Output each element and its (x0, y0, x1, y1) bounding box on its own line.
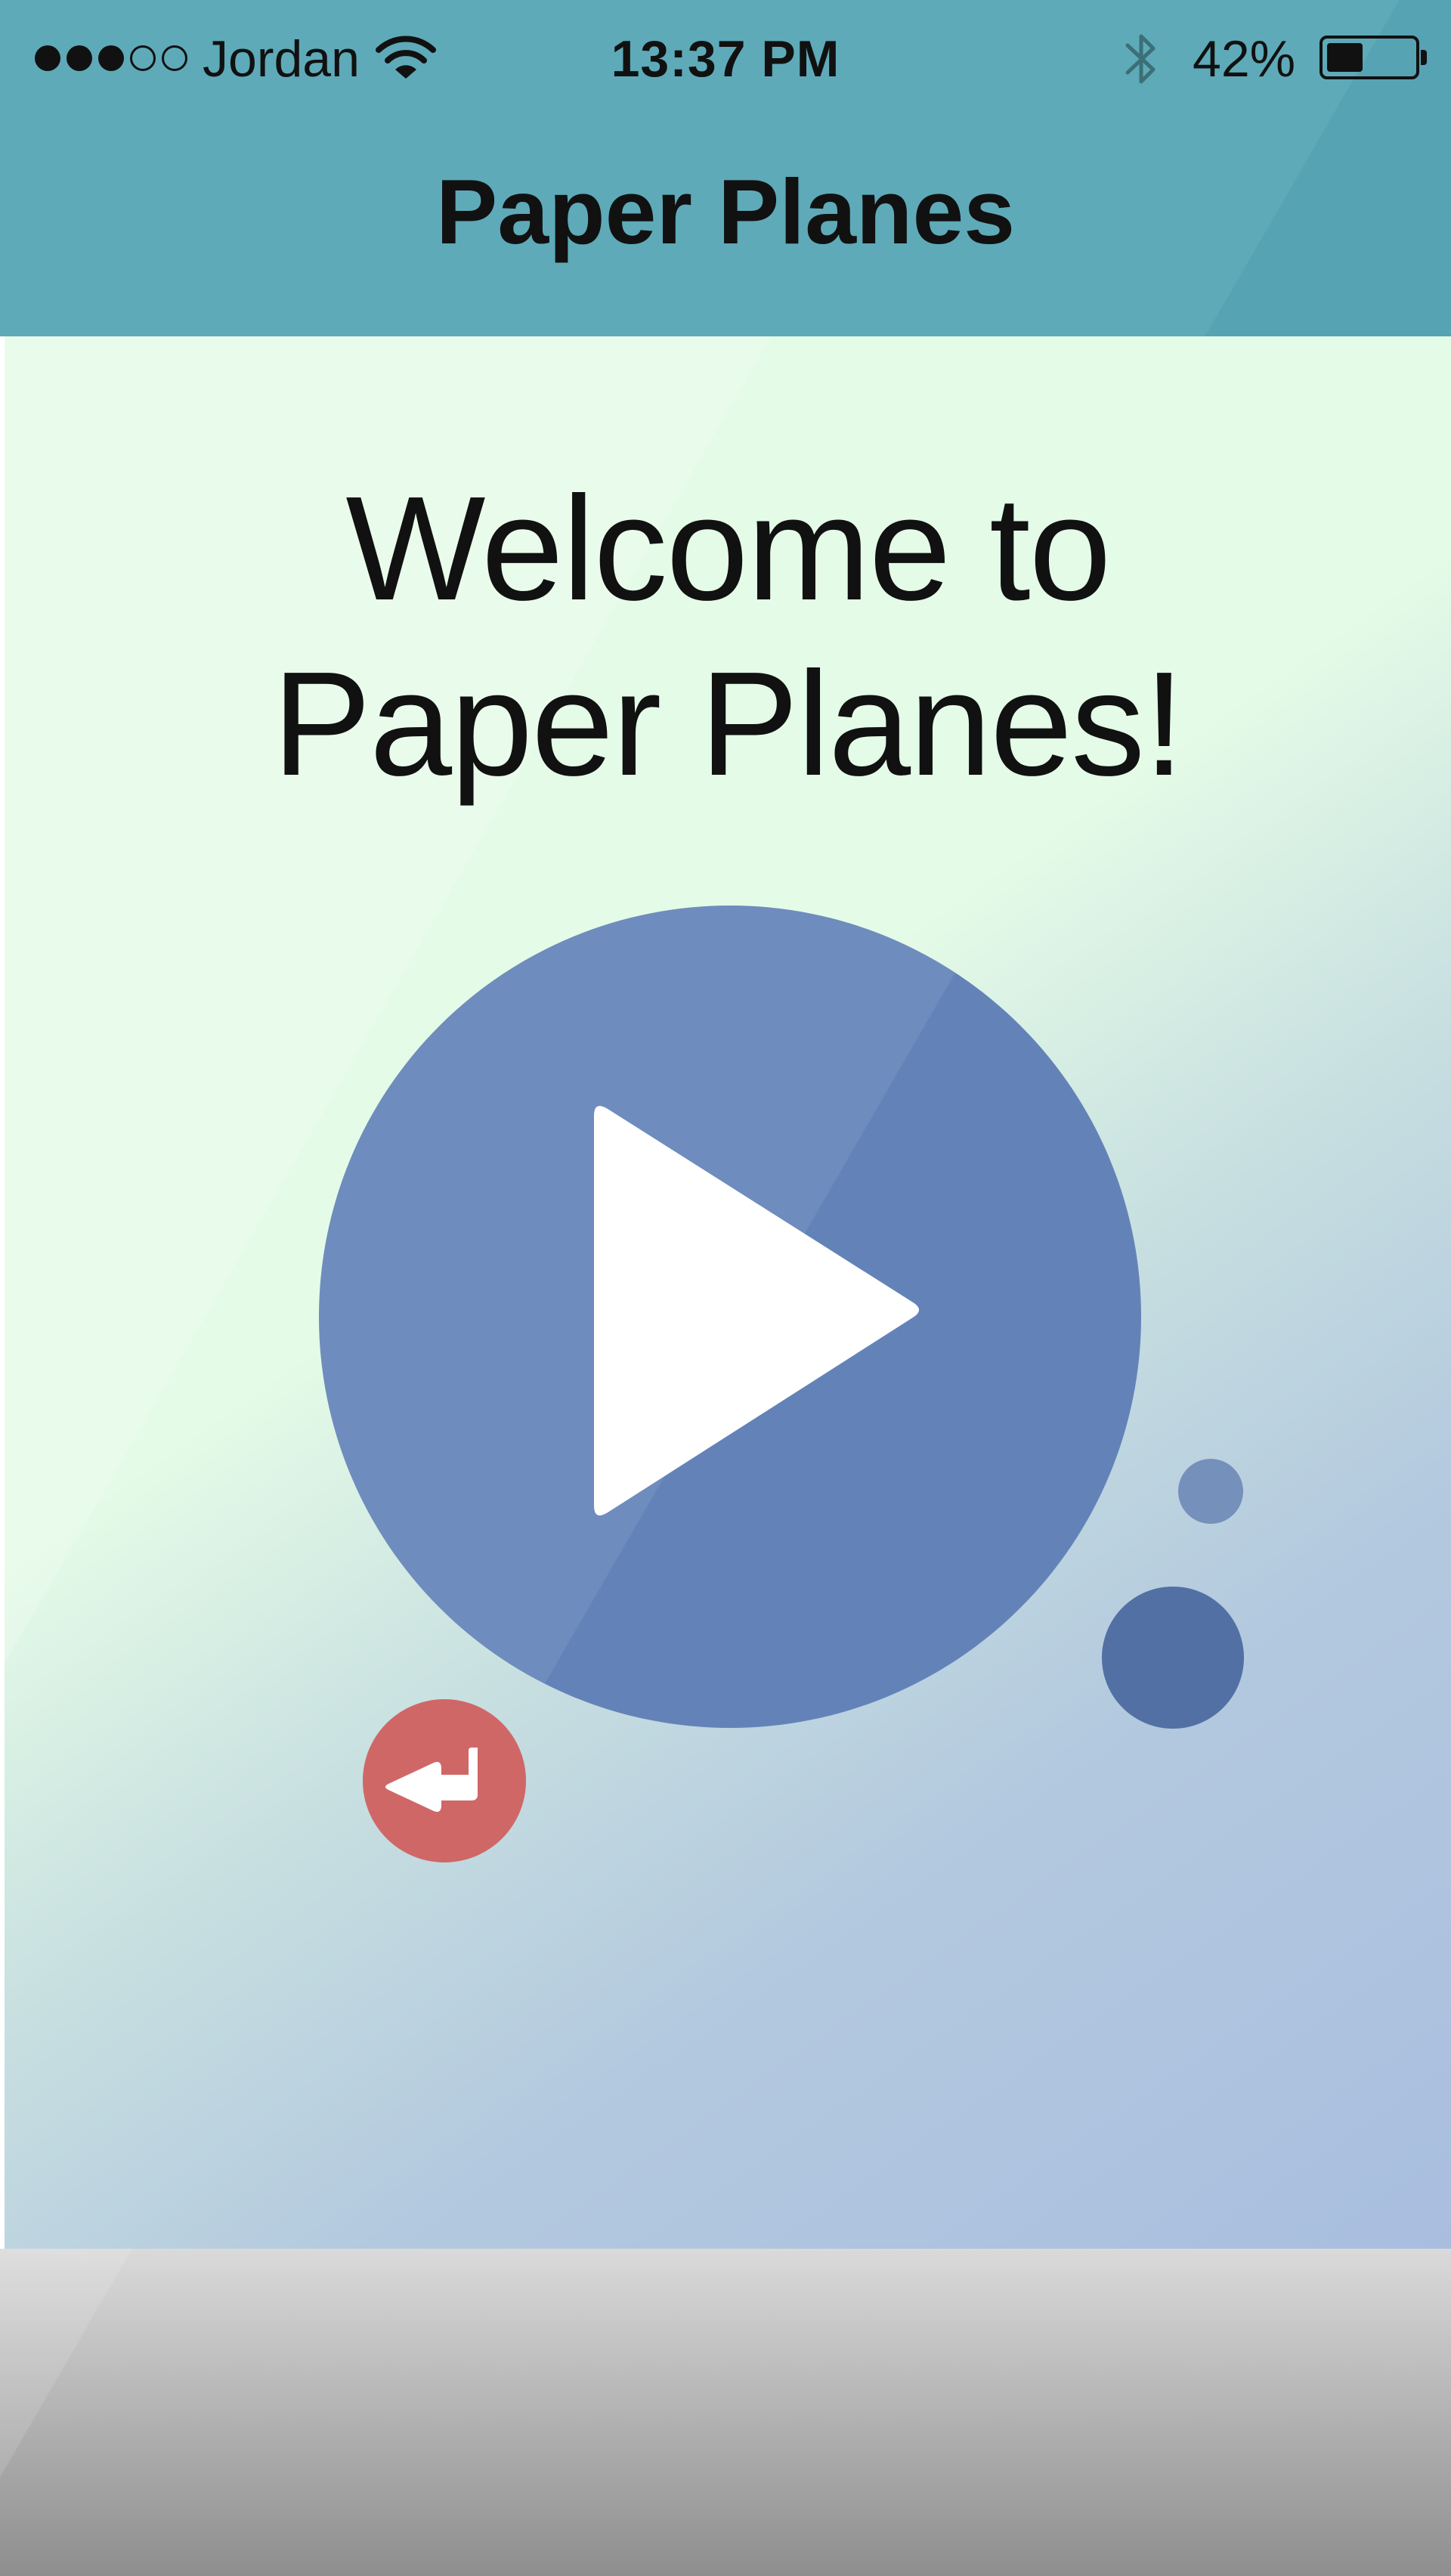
battery-tip (1421, 50, 1427, 65)
battery-icon (1320, 36, 1419, 79)
play-icon (594, 1106, 919, 1516)
main-content: Welcome to Paper Planes! (5, 336, 1451, 2249)
decorative-bubble-large (1102, 1587, 1244, 1729)
footer-area (0, 2249, 1451, 2576)
back-button[interactable] (363, 1699, 526, 1862)
navigation-header: Jordan 13:37 PM 42% Paper Planes (0, 0, 1451, 336)
battery-percentage: 42% (1193, 30, 1296, 88)
return-arrow-icon (385, 1748, 478, 1812)
decorative-bubble-small (1178, 1459, 1243, 1524)
welcome-line-2: Paper Planes! (272, 641, 1184, 807)
page-title: Paper Planes (435, 160, 1016, 263)
bluetooth-icon (1125, 34, 1156, 84)
welcome-heading: Welcome to Paper Planes! (5, 461, 1451, 812)
footer-sheen (0, 2249, 1451, 2576)
status-bar: Jordan 13:37 PM 42% (0, 0, 1451, 121)
play-button[interactable] (319, 906, 1141, 1728)
welcome-line-1: Welcome to (345, 466, 1111, 631)
battery-level (1327, 43, 1363, 72)
